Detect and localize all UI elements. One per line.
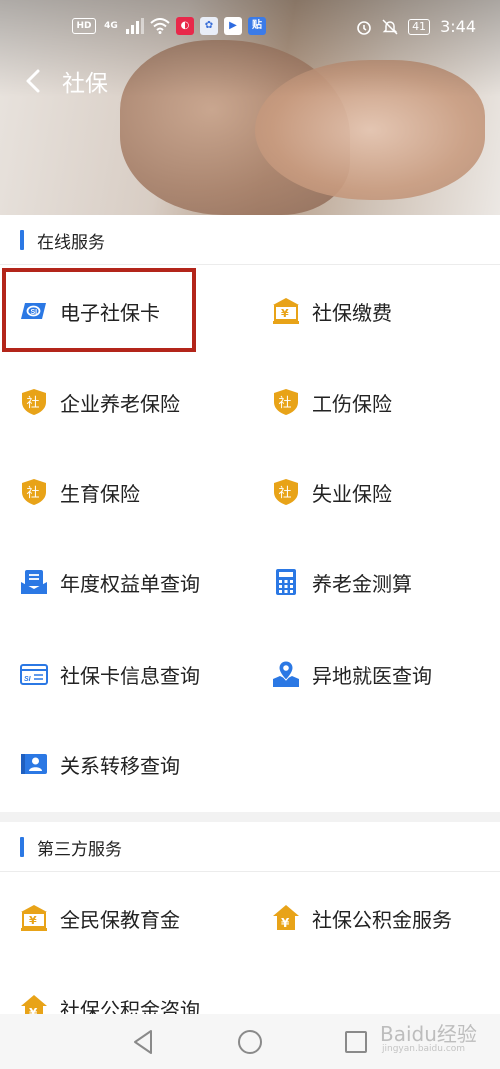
calculator-icon [276,569,296,595]
svg-text:社: 社 [279,485,292,501]
section-marker [20,837,24,857]
section-third-party-services: 第三方服务 [0,823,500,871]
nav-recents-icon[interactable] [342,1028,370,1056]
title-bar: 社保 [0,56,500,106]
status-bar: HD 4G ◐ ✿ ▶ 贴 41 3:44 [0,0,500,56]
highlight-box [2,268,196,352]
bank-icon: ¥ [21,905,47,931]
menu-item-maternity[interactable]: 社 生育保险 [20,462,250,522]
section-title: 在线服务 [37,233,105,253]
battery-indicator: 41 [408,18,431,35]
menu-item-education-fund[interactable]: ¥ 全民保教育金 [20,888,250,948]
menu-item-work-injury[interactable]: 社 工伤保险 [272,372,500,432]
transfer-icon [21,754,47,774]
menu-item-label: 社保公积金服务 [312,907,452,932]
menu-item-label: 社保缴费 [312,300,392,325]
menu-item-relation-transfer[interactable]: 关系转移查询 [20,734,250,794]
section-title: 第三方服务 [37,840,122,860]
menu-item-provident-fund-service[interactable]: ¥ 社保公积金服务 [272,888,500,948]
wifi-icon [150,18,170,34]
shield-she-icon: 社 [274,479,298,505]
section-online-services: 在线服务 [0,216,500,264]
menu-item-label: 企业养老保险 [60,391,180,416]
shield-she-icon: 社 [22,479,46,505]
nav-back-icon[interactable] [130,1028,158,1056]
svg-text:社: 社 [27,395,40,411]
signal-icon [126,18,144,34]
shield-she-icon: 社 [274,389,298,415]
network-4g-icon: 4G [104,21,118,31]
statement-icon [21,570,47,594]
app-blue-icon: ✿ [200,17,218,35]
menu-item-ss-card-info[interactable]: SI 社保卡信息查询 [20,644,250,704]
watermark-url: jingyan.baidu.com [382,1044,466,1054]
bank-icon: ¥ [273,298,299,324]
status-right-icons: 41 3:44 [356,17,476,36]
menu-item-annual-statement[interactable]: 年度权益单查询 [20,552,250,612]
app-tieba-icon: 贴 [248,17,266,35]
hd-icon: HD [72,18,96,34]
nav-home-icon[interactable] [236,1028,264,1056]
menu-item-label: 失业保险 [312,481,392,506]
menu-item-label: 社保卡信息查询 [60,663,200,688]
page-title: 社保 [62,71,108,97]
alarm-icon [357,20,371,35]
svg-text:社: 社 [27,485,40,501]
menu-item-label: 异地就医查询 [312,663,432,688]
mute-bell-icon [382,18,398,35]
back-arrow-icon[interactable] [20,66,50,96]
app-video-icon: ▶ [224,17,242,35]
menu-item-payment[interactable]: ¥ 社保缴费 [272,281,500,341]
watermark-text: Baidu经验 [380,1022,477,1046]
shield-she-icon: 社 [22,389,46,415]
menu-item-enterprise-pension[interactable]: 社 企业养老保险 [20,372,250,432]
menu-item-unemployment[interactable]: 社 失业保险 [272,462,500,522]
svg-text:¥: ¥ [281,307,289,320]
status-left-icons: HD 4G ◐ ✿ ▶ 贴 [72,17,266,35]
menu-item-label: 生育保险 [60,481,140,506]
svg-text:社: 社 [279,395,292,411]
menu-item-label: 关系转移查询 [60,753,180,778]
menu-item-label: 工伤保险 [312,391,392,416]
menu-item-label: 养老金测算 [312,571,412,596]
baidu-jingyan-watermark: Baidu经验 jingyan.baidu.com [380,1018,490,1058]
section-marker [20,230,24,250]
svg-text:¥: ¥ [281,916,290,930]
svg-text:¥: ¥ [29,914,37,927]
svg-text:SI: SI [24,676,32,683]
clock: 3:44 [440,17,476,36]
yen-house-icon: ¥ [273,905,299,930]
menu-item-pension-calculator[interactable]: 养老金测算 [272,552,500,612]
si-card-icon: SI [20,664,48,685]
menu-item-label: 全民保教育金 [60,907,180,932]
menu-item-label: 年度权益单查询 [60,571,200,596]
menu-item-remote-medical[interactable]: 异地就医查询 [272,644,500,704]
map-pin-icon [273,660,299,687]
app-red-icon: ◐ [176,17,194,35]
